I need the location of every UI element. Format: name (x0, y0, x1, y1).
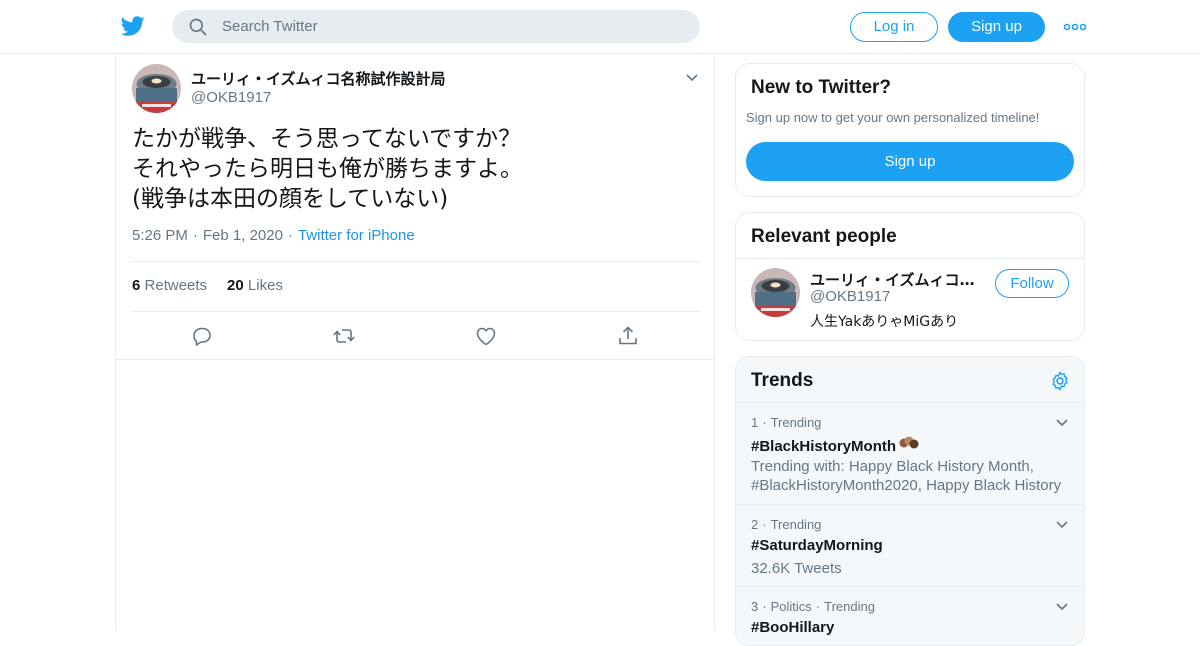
tweet-text-line: (戦争は本田の顔をしていない) (132, 186, 449, 212)
divider (736, 258, 1084, 259)
separator-dot: · (762, 517, 767, 532)
signup-button-large[interactable]: Sign up (746, 142, 1074, 181)
trend-name: #BooHillary (751, 619, 835, 636)
avatar-image (132, 64, 181, 113)
chevron-down-icon[interactable] (1054, 517, 1070, 533)
more-options-icon[interactable] (1063, 18, 1087, 36)
likes-label: Likes (247, 277, 283, 294)
like-heart-icon[interactable] (474, 324, 498, 348)
trend-rank: 2 (751, 517, 759, 532)
chevron-down-icon[interactable] (1054, 599, 1070, 615)
trend-label: Trending (770, 517, 822, 532)
trend-category: Politics (770, 599, 812, 614)
tweet-actions (116, 312, 714, 360)
relevant-people-card: Relevant people ユーリィ・イズムィコ名称試作設計局 @OKB19… (735, 212, 1085, 341)
trend-label: Trending (770, 415, 822, 430)
tweet-text: たかが戦争、そう思ってないですか？ それやったら明日も俺が勝ちますよ。 (戦争は… (132, 124, 702, 214)
top-navigation-bar: Log in Sign up (0, 0, 1200, 54)
reply-icon[interactable] (190, 324, 214, 348)
search-input[interactable] (222, 10, 682, 43)
trend-context: 2 · Trending (751, 517, 821, 532)
avatar-image (751, 268, 800, 317)
trend-rank: 1 (751, 415, 759, 430)
follow-button[interactable]: Follow (995, 269, 1069, 298)
separator-dot: · (192, 227, 198, 244)
card-title: Relevant people (751, 226, 897, 247)
new-to-twitter-card: New to Twitter? Sign up now to get your … (735, 63, 1085, 197)
trend-context: 3 · Politics · Trending (751, 599, 875, 614)
retweets-count: 6 (132, 277, 141, 294)
person-bio: 人生YakありゃMiGあり (810, 314, 959, 330)
tweet-column: ユーリィ・イズムィコ名称試作設計局 @OKB1917 たかが戦争、そう思ってない… (115, 54, 715, 630)
person-handle[interactable]: @OKB1917 (810, 288, 890, 305)
trend-name: #BlackHistoryMonth (751, 435, 920, 455)
trend-context: 1 · Trending (751, 415, 821, 430)
search-icon (189, 18, 207, 36)
card-subtitle: Sign up now to get your own personalized… (746, 110, 1040, 125)
login-button[interactable]: Log in (850, 12, 938, 42)
separator-dot: · (815, 599, 821, 614)
tweet-metadata: 5:26 PM · Feb 1, 2020 · Twitter for iPhone (132, 227, 415, 244)
likes-stat[interactable]: 20 Likes (227, 277, 283, 294)
person-avatar[interactable] (751, 268, 800, 317)
trend-item[interactable]: 3 · Politics · Trending #BooHillary (736, 586, 1084, 645)
person-name[interactable]: ユーリィ・イズムィコ名称試作設計局 (810, 269, 980, 290)
divider (131, 261, 700, 262)
author-avatar[interactable] (132, 64, 181, 113)
signup-button[interactable]: Sign up (948, 12, 1045, 42)
tweet-date[interactable]: Feb 1, 2020 (203, 227, 283, 244)
tweet-text-line: それやったら明日も俺が勝ちますよ。 (132, 156, 523, 182)
trend-rank: 3 (751, 599, 759, 614)
likes-count: 20 (227, 277, 244, 294)
trend-item[interactable]: 1 · Trending #BlackHistoryMonth Trending w… (736, 402, 1084, 504)
card-title: New to Twitter? (751, 77, 892, 98)
share-icon[interactable] (616, 324, 640, 348)
trend-label: Trending (824, 599, 875, 614)
tweet-source-link[interactable]: Twitter for iPhone (298, 227, 415, 244)
retweets-label: Retweets (144, 277, 208, 294)
author-name[interactable]: ユーリィ・イズムィコ名称試作設計局 (191, 68, 446, 89)
trend-description: 32.6K Tweets (751, 560, 842, 577)
tweet-stats: 6 Retweets 20 Likes (132, 277, 283, 294)
separator-dot: · (762, 415, 767, 430)
card-title: Trends (751, 370, 814, 391)
trend-item[interactable]: 2 · Trending #SaturdayMorning 32.6K Tweets (736, 504, 1084, 586)
tweet-time[interactable]: 5:26 PM (132, 227, 188, 244)
chevron-down-icon[interactable] (684, 70, 700, 86)
chevron-down-icon[interactable] (1054, 415, 1070, 431)
trend-description: Trending with: Happy Black History Month… (751, 458, 1062, 494)
search-bar[interactable] (172, 10, 700, 43)
retweets-stat[interactable]: 6 Retweets (132, 277, 207, 294)
retweet-icon[interactable] (332, 324, 356, 348)
trend-name-text: #BlackHistoryMonth (751, 438, 897, 455)
raised-fist-emoji-icon (899, 436, 919, 449)
author-handle[interactable]: @OKB1917 (191, 89, 271, 106)
trends-card: Trends 1 · Trending #BlackHistoryMonth Tre… (735, 356, 1085, 646)
trend-name: #SaturdayMorning (751, 537, 883, 554)
separator-dot: · (762, 599, 767, 614)
gear-icon[interactable] (1049, 370, 1071, 392)
separator-dot: · (287, 227, 293, 244)
tweet-text-line: たかが戦争、そう思ってないですか？ (132, 126, 522, 152)
twitter-bird-logo-icon[interactable] (120, 14, 146, 38)
